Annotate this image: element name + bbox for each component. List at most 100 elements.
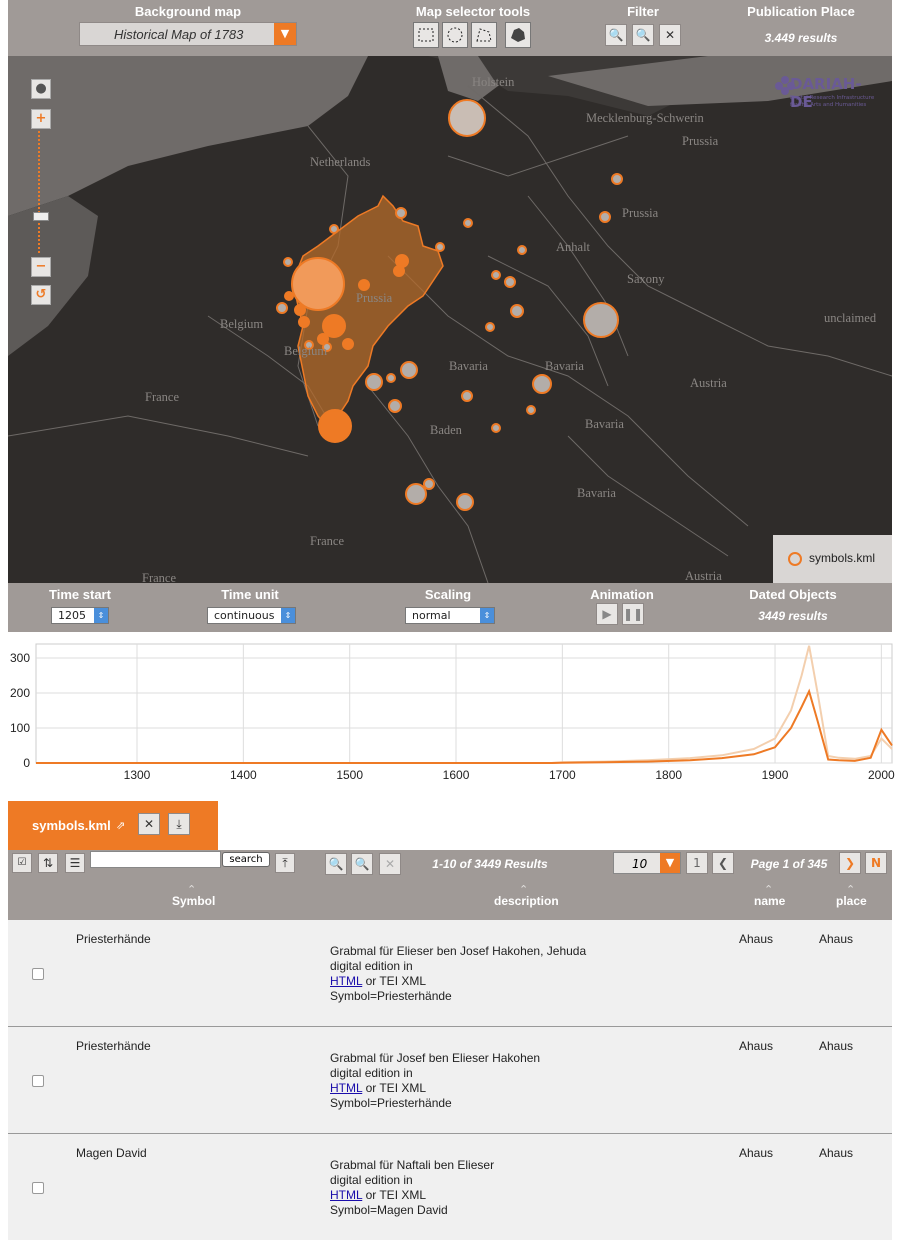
background-map-title: Background map <box>134 4 242 19</box>
time-unit-title: Time unit <box>221 587 279 602</box>
inverse-search-icon: 🔍 <box>354 857 370 871</box>
table-clear-filter-button[interactable]: ✕ <box>379 853 401 875</box>
filter-title: Filter <box>627 4 659 19</box>
filter-zoom-button[interactable]: 🔍 <box>605 24 627 46</box>
y-tick-label: 200 <box>10 686 30 700</box>
square-select-button[interactable] <box>413 22 439 48</box>
map-view[interactable]: Holstein Mecklenburg-Schwerin Prussia Ne… <box>8 56 892 583</box>
first-page-button[interactable]: 1 <box>686 852 708 874</box>
spinner-icon: ⇕ <box>480 608 494 623</box>
map-label: Netherlands <box>310 155 371 169</box>
table-row: Magen David Grabmal für Naftali ben Elie… <box>8 1134 892 1240</box>
layer-legend[interactable]: symbols.kml <box>773 535 892 583</box>
upload-button[interactable]: ⤒ <box>275 853 295 873</box>
row-name: Ahaus <box>739 1039 774 1053</box>
external-link-icon[interactable]: ⇗ <box>116 819 125 832</box>
checkbox-icon: ☑ <box>17 857 27 868</box>
circle-select-button[interactable] <box>442 22 468 48</box>
close-tab-button[interactable]: ✕ <box>138 813 160 835</box>
row-checkbox[interactable] <box>32 1075 44 1087</box>
next-page-button[interactable]: ❯ <box>839 852 861 874</box>
select-all-button[interactable]: ☑ <box>12 853 32 873</box>
map-label: Austria <box>685 569 722 583</box>
map-label: Bavaria <box>577 486 616 500</box>
dated-objects-results: 3449 results <box>758 609 828 623</box>
x-tick-label: 2000 <box>868 768 895 782</box>
pause-button[interactable]: ❚❚ <box>622 603 644 625</box>
zoom-slider-handle[interactable] <box>33 212 49 221</box>
search-button[interactable]: search <box>222 852 270 867</box>
time-start-select[interactable]: 1205 ⇕ <box>51 607 109 624</box>
description-line: digital edition in <box>330 959 413 973</box>
zoom-in-button[interactable]: + <box>31 109 51 129</box>
table-row: Priesterhände Grabmal für Elieser ben Jo… <box>8 920 892 1027</box>
dariah-logo: DARIAH-DE Digital Research Infrastructur… <box>774 70 884 120</box>
collapse-button[interactable]: ⇅ <box>38 853 58 873</box>
column-header-place[interactable]: place <box>836 894 867 908</box>
table-toolbar: ☑ ⇅ ☰ search ⤒ 🔍 🔍 ✕ 1-10 of 3449 Result… <box>8 850 892 920</box>
scaling-select[interactable]: normal ⇕ <box>405 607 495 624</box>
zoom-reset-button[interactable]: ● <box>31 79 51 99</box>
row-place: Ahaus <box>819 932 854 946</box>
table-inverse-filter-button[interactable]: 🔍 <box>351 853 373 875</box>
last-page-button[interactable]: N <box>865 852 887 874</box>
x-tick-label: 1600 <box>443 768 470 782</box>
inverse-search-icon: 🔍 <box>635 28 651 42</box>
map-label: Prussia <box>622 206 659 220</box>
search-icon: 🔍 <box>328 857 344 871</box>
filter-inverse-button[interactable]: 🔍 <box>632 24 654 46</box>
page-size-select[interactable]: 10 ▼ <box>613 852 681 874</box>
row-checkbox[interactable] <box>32 1182 44 1194</box>
scaling-title: Scaling <box>424 587 472 602</box>
time-unit-select[interactable]: continuous ⇕ <box>207 607 296 624</box>
column-header-symbol[interactable]: Symbol <box>172 894 215 908</box>
table-filter-button[interactable]: 🔍 <box>325 853 347 875</box>
x-tick-label: 1400 <box>230 768 257 782</box>
row-checkbox[interactable] <box>32 968 44 980</box>
zoom-slider-track[interactable] <box>38 131 44 253</box>
description-line: HTML or TEI XML <box>330 1081 540 1096</box>
table-row: Priesterhände Grabmal für Josef ben Elie… <box>8 1027 892 1134</box>
html-link[interactable]: HTML <box>330 974 362 988</box>
search-input[interactable] <box>90 851 221 868</box>
rotate-reset-button[interactable]: ↺ <box>31 285 51 305</box>
row-symbol: Priesterhände <box>76 1039 151 1053</box>
column-header-description[interactable]: description <box>494 894 559 908</box>
map-label: Bavaria <box>545 359 584 373</box>
html-link[interactable]: HTML <box>330 1188 362 1202</box>
country-select-button[interactable] <box>505 22 531 48</box>
export-button[interactable]: ⤓ <box>168 813 190 835</box>
polygon-select-button[interactable] <box>471 22 497 48</box>
row-name: Ahaus <box>739 1146 774 1160</box>
time-chart[interactable]: 0 100 200 300 1300 1400 1500 1600 1700 1800 1900 20… <box>0 632 900 790</box>
page-indicator: Page 1 of 345 <box>750 857 828 871</box>
time-unit-value: continuous <box>214 609 275 622</box>
zoom-out-button[interactable]: − <box>31 257 51 277</box>
background-map-select[interactable]: Historical Map of 1783 ▼ <box>79 22 297 46</box>
map-label: Prussia <box>356 291 393 305</box>
column-header-name[interactable]: name <box>754 894 785 908</box>
polygon-select-icon <box>476 28 492 42</box>
search-icon: 🔍 <box>608 28 624 42</box>
chevron-right-icon: ❯ <box>844 856 856 870</box>
filter-clear-button[interactable]: ✕ <box>659 24 681 46</box>
html-link[interactable]: HTML <box>330 1081 362 1095</box>
country-select-icon <box>511 28 525 42</box>
map-label: Belgium <box>220 317 264 331</box>
rows-button[interactable]: ☰ <box>65 853 85 873</box>
row-description: Grabmal für Elieser ben Josef Hakohen, J… <box>330 944 586 1004</box>
description-line: Grabmal für Josef ben Elieser Hakohen <box>330 1051 541 1065</box>
row-symbol: Priesterhände <box>76 932 151 946</box>
tab-symbols-kml[interactable]: symbols.kml ⇗ ✕ ⤓ <box>8 801 218 850</box>
tei-text: or TEI XML <box>362 1081 427 1095</box>
y-tick-label: 300 <box>10 651 30 665</box>
row-description: Grabmal für Naftali ben Elieser digital … <box>330 1158 494 1218</box>
play-button[interactable]: ▶ <box>596 603 618 625</box>
prev-page-button[interactable]: ❮ <box>712 852 734 874</box>
pause-icon: ❚❚ <box>623 607 644 621</box>
row-place: Ahaus <box>819 1146 854 1160</box>
description-line: Grabmal für Naftali ben Elieser <box>330 1158 495 1172</box>
row-description: Grabmal für Josef ben Elieser Hakohen di… <box>330 1051 540 1111</box>
map-label: Austria <box>690 376 727 390</box>
map-label: France <box>310 534 345 548</box>
